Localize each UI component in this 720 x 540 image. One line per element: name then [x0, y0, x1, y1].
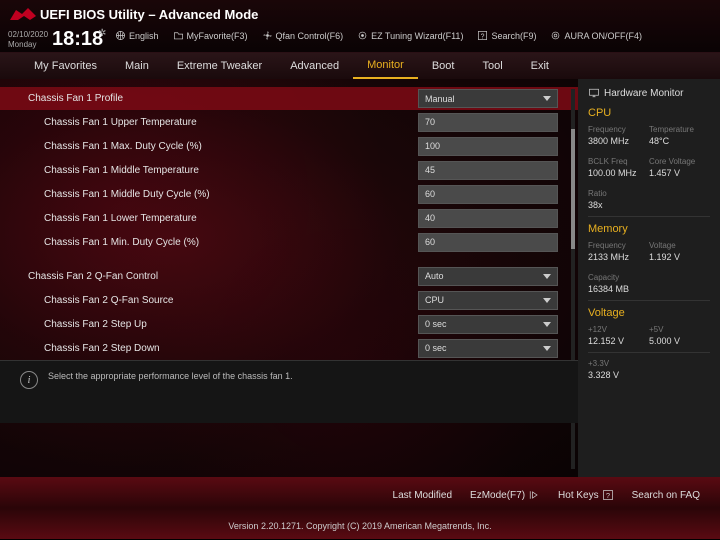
- setting-label: Chassis Fan 1 Lower Temperature: [0, 213, 418, 224]
- setting-row: Chassis Fan 2 Q-Fan ControlAuto: [0, 264, 578, 288]
- setting-label: Chassis Fan 2 Q-Fan Control: [0, 271, 418, 282]
- folder-icon: [173, 30, 184, 41]
- text-field[interactable]: 60: [418, 233, 558, 252]
- fan-icon: [262, 30, 273, 41]
- hardware-monitor-panel: Hardware Monitor CPU Frequency3800 MHzTe…: [578, 79, 720, 477]
- bios-title: UEFI BIOS Utility – Advanced Mode: [40, 7, 258, 22]
- tab-boot[interactable]: Boot: [418, 53, 469, 79]
- svg-text:?: ?: [606, 491, 610, 500]
- search-button[interactable]: ?Search(F9): [477, 30, 536, 41]
- setting-row: Chassis Fan 2 Step Up0 sec: [0, 312, 578, 336]
- help-bar: i Select the appropriate performance lev…: [0, 360, 578, 423]
- setting-label: Chassis Fan 1 Middle Temperature: [0, 165, 418, 176]
- wizard-icon: [357, 30, 368, 41]
- setting-label: Chassis Fan 2 Step Up: [0, 319, 418, 330]
- dropdown-field[interactable]: CPU: [418, 291, 558, 310]
- tab-exit[interactable]: Exit: [517, 53, 563, 79]
- dropdown-field[interactable]: 0 sec: [418, 315, 558, 334]
- globe-icon: [115, 30, 126, 41]
- setting-row: Chassis Fan 1 Upper Temperature70: [0, 110, 578, 134]
- memory-heading: Memory: [588, 223, 710, 235]
- setting-row: Chassis Fan 1 Min. Duty Cycle (%)60: [0, 230, 578, 254]
- hotkeys-button[interactable]: Hot Keys?: [558, 489, 614, 501]
- eztuning-button[interactable]: EZ Tuning Wizard(F11): [357, 30, 463, 41]
- myfavorite-button[interactable]: MyFavorite(F3): [173, 30, 248, 41]
- help-text: Select the appropriate performance level…: [48, 371, 293, 381]
- setting-row: Chassis Fan 1 Middle Temperature45: [0, 158, 578, 182]
- setting-label: Chassis Fan 1 Min. Duty Cycle (%): [0, 237, 418, 248]
- setting-label: Chassis Fan 2 Step Down: [0, 343, 418, 354]
- text-field[interactable]: 40: [418, 209, 558, 228]
- top-toolbar: English MyFavorite(F3) Qfan Control(F6) …: [115, 30, 712, 41]
- setting-row: Chassis Fan 2 Step Down0 sec: [0, 336, 578, 360]
- rog-logo-icon: [8, 6, 38, 24]
- question-icon: ?: [602, 489, 614, 501]
- aura-icon: [550, 30, 561, 41]
- search-faq-button[interactable]: Search on FAQ: [632, 489, 700, 501]
- ezmode-button[interactable]: EzMode(F7): [470, 489, 540, 501]
- info-icon: i: [20, 371, 38, 389]
- tab-tool[interactable]: Tool: [468, 53, 516, 79]
- tab-advanced[interactable]: Advanced: [276, 53, 353, 79]
- tab-extreme-tweaker[interactable]: Extreme Tweaker: [163, 53, 276, 79]
- text-field[interactable]: 60: [418, 185, 558, 204]
- setting-label: Chassis Fan 1 Upper Temperature: [0, 117, 418, 128]
- copyright-text: Version 2.20.1271. Copyright (C) 2019 Am…: [0, 521, 720, 531]
- dropdown-field[interactable]: 0 sec: [418, 339, 558, 358]
- setting-label: Chassis Fan 1 Max. Duty Cycle (%): [0, 141, 418, 152]
- setting-row: Chassis Fan 1 Middle Duty Cycle (%)60: [0, 182, 578, 206]
- scrollbar-thumb[interactable]: [571, 129, 575, 249]
- time-display: 18:18: [52, 28, 103, 51]
- question-icon: ?: [477, 30, 488, 41]
- footer-bar: Last Modified EzMode(F7) Hot Keys? Searc…: [0, 477, 720, 539]
- text-field[interactable]: 70: [418, 113, 558, 132]
- cpu-heading: CPU: [588, 107, 710, 119]
- svg-text:?: ?: [481, 33, 485, 40]
- text-field[interactable]: 100: [418, 137, 558, 156]
- setting-label: Chassis Fan 2 Q-Fan Source: [0, 295, 418, 306]
- qfan-button[interactable]: Qfan Control(F6): [262, 30, 344, 41]
- dropdown-field[interactable]: Auto: [418, 267, 558, 286]
- setting-row: Chassis Fan 1 Lower Temperature40: [0, 206, 578, 230]
- setting-row: Chassis Fan 2 Q-Fan SourceCPU: [0, 288, 578, 312]
- setting-row: Chassis Fan 1 ProfileManual: [0, 87, 578, 110]
- setting-label: Chassis Fan 1 Profile: [0, 93, 418, 104]
- tab-bar: My Favorites Main Extreme Tweaker Advanc…: [0, 53, 720, 79]
- monitor-icon: [588, 87, 600, 99]
- main-panel: Chassis Fan 1 ProfileManualChassis Fan 1…: [0, 79, 578, 477]
- last-modified-button[interactable]: Last Modified: [393, 489, 452, 501]
- setting-label: Chassis Fan 1 Middle Duty Cycle (%): [0, 189, 418, 200]
- setting-row: Chassis Fan 1 Max. Duty Cycle (%)100: [0, 134, 578, 158]
- date-display: 02/10/2020Monday: [8, 30, 48, 50]
- text-field[interactable]: 45: [418, 161, 558, 180]
- header-bar: UEFI BIOS Utility – Advanced Mode 02/10/…: [0, 0, 720, 53]
- sidebar-title: Hardware Monitor: [588, 87, 710, 99]
- aura-button[interactable]: AURA ON/OFF(F4): [550, 30, 642, 41]
- voltage-heading: Voltage: [588, 307, 710, 319]
- language-button[interactable]: English: [115, 30, 159, 41]
- tab-myfavorites[interactable]: My Favorites: [20, 53, 111, 79]
- tab-main[interactable]: Main: [111, 53, 163, 79]
- settings-gear-icon[interactable]: ✲: [98, 28, 106, 39]
- tab-monitor[interactable]: Monitor: [353, 53, 418, 79]
- dropdown-field[interactable]: Manual: [418, 89, 558, 108]
- exit-icon: [528, 489, 540, 501]
